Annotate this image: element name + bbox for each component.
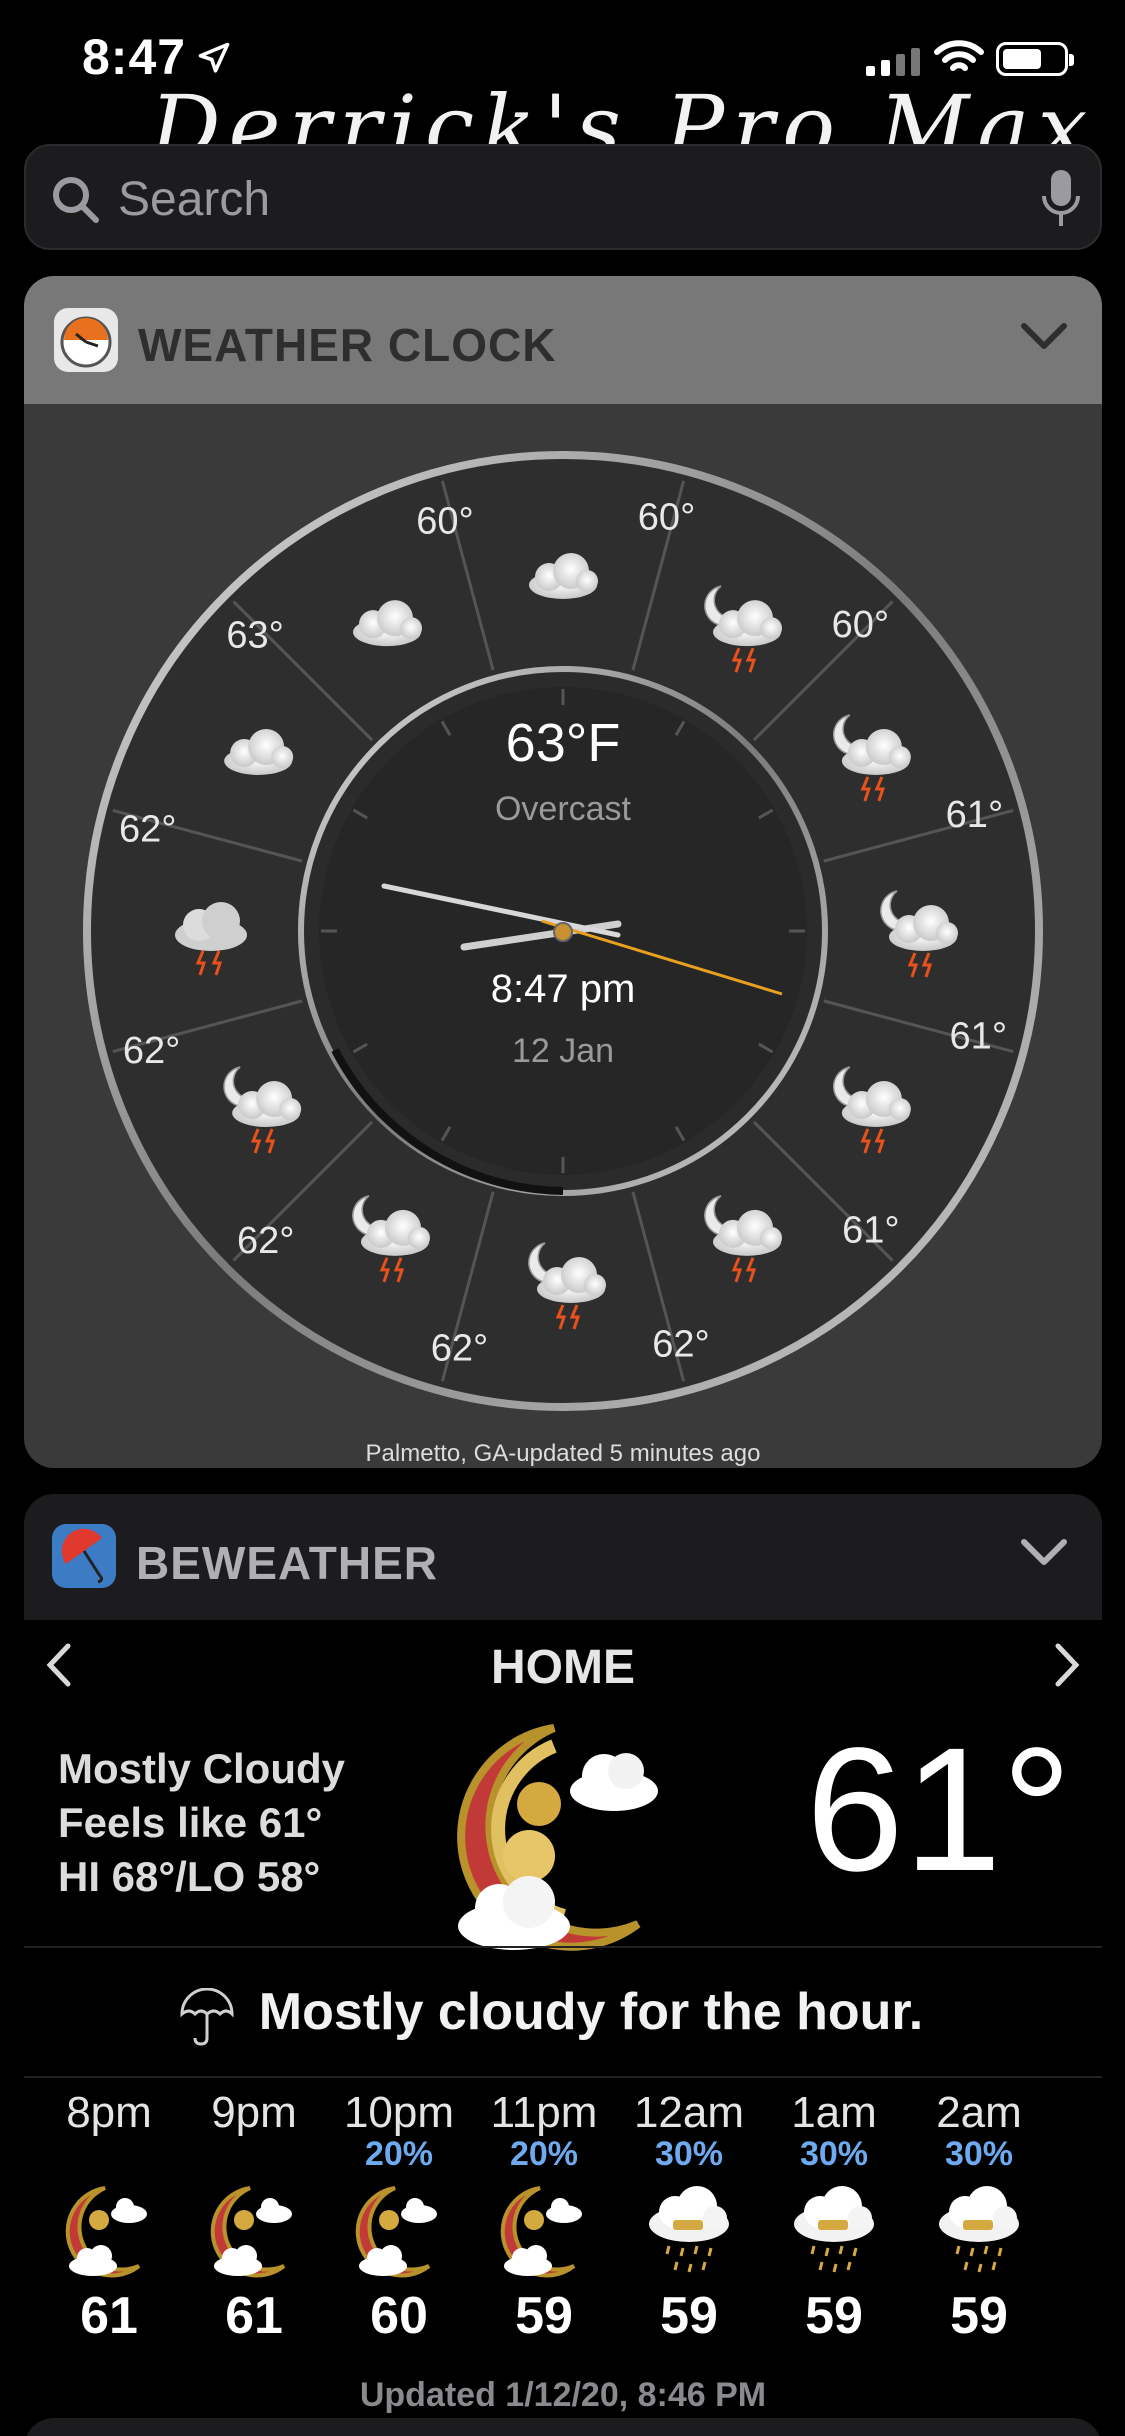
precip-chance: 20% — [509, 2135, 579, 2173]
beweather-widget-header[interactable]: BEWEATHER — [24, 1494, 1102, 1620]
clock-date: 12 Jan — [512, 1032, 614, 1070]
precip-chance: 20% — [364, 2135, 434, 2173]
hour-label: 8pm — [66, 2088, 152, 2137]
hour-temperature: 59 — [515, 2287, 573, 2345]
moon-cloud-icon — [65, 2186, 147, 2278]
chevron-right-icon[interactable] — [1052, 1642, 1082, 1688]
current-temperature: 61° — [805, 1712, 1072, 1908]
hour-temperature: 62° — [123, 1030, 180, 1072]
moon-cloud-icon — [457, 1724, 658, 1951]
hour-temperature: 60° — [638, 497, 695, 539]
beweather-app-icon — [52, 1524, 116, 1588]
wifi-icon — [934, 40, 984, 71]
hourly-item: 8pm 61 — [44, 2088, 174, 2346]
widget-title: BEWEATHER — [136, 1537, 439, 1589]
beweather-widget-body: HOME Mostly Cloudy Feels like 61° HI 68°… — [24, 1620, 1102, 2436]
hourly-item: 12am 30% 59 — [624, 2088, 754, 2346]
hourly-item: 11pm 20% 59 — [479, 2088, 609, 2346]
hour-temperature: 61 — [80, 2287, 138, 2345]
moon-cloud-icon — [355, 2186, 437, 2278]
location-title: HOME — [491, 1641, 635, 1694]
battery-icon — [996, 42, 1074, 76]
location-arrow-icon — [198, 42, 230, 73]
hour-temperature: 60° — [416, 501, 473, 543]
hour-temperature: 62° — [652, 1323, 709, 1365]
hour-temperature: 62° — [237, 1220, 294, 1262]
rain-cloud-icon — [649, 2186, 729, 2273]
today-view: { "status_bar": {"time": "8:47"}, "backg… — [0, 0, 1125, 2436]
feels-like: Feels like 61° — [58, 1799, 323, 1846]
divider — [24, 2076, 1102, 2078]
widget-title: WEATHER CLOCK — [138, 319, 557, 371]
weather-clock-app-icon — [54, 308, 118, 372]
moon-cloud-icon — [210, 2186, 292, 2278]
hour-temperature: 62° — [431, 1327, 488, 1369]
hour-label: 11pm — [490, 2088, 598, 2137]
hour-label: 1am — [791, 2088, 877, 2137]
cellular-signal-icon — [866, 44, 920, 76]
clock-temperature: 63°F — [506, 713, 621, 773]
hour-label: 12am — [633, 2088, 745, 2137]
hour-label: 9pm — [211, 2088, 297, 2137]
precip-chance: 30% — [654, 2135, 724, 2173]
chevron-down-icon[interactable] — [1020, 1538, 1068, 1568]
precip-chance — [44, 2138, 174, 2174]
next-widget-edge — [24, 2418, 1102, 2436]
hour-temperature: 61° — [950, 1016, 1007, 1058]
status-bar: 8:47 Derrick's Pro Max — [0, 0, 1125, 172]
hour-temperature: 59 — [660, 2287, 718, 2345]
hour-label: 10pm — [343, 2088, 455, 2137]
hourly-item: 2am 30% 59 — [914, 2088, 1044, 2346]
hour-label: 2am — [936, 2088, 1022, 2137]
weather-clock-face: 60° 61° 61° 61° 62° 62° 62° 62° 62° 63° 60° 60° 63°… — [83, 451, 1043, 1411]
hour-temperature: 60° — [832, 604, 889, 646]
widget-header[interactable]: WEATHER CLOCK — [24, 276, 1102, 404]
condition-summary: Mostly Cloudy — [58, 1745, 346, 1792]
rain-cloud-icon — [939, 2186, 1019, 2273]
hour-temperature: 61° — [946, 794, 1003, 836]
search-bar[interactable]: Search — [24, 144, 1102, 250]
clock-footer: Palmetto, GA-updated 5 minutes ago — [365, 1440, 761, 1467]
hour-temperature: 61 — [225, 2287, 283, 2345]
search-icon — [53, 177, 99, 223]
weather-clock-widget[interactable]: WEATHER CLOCK 60° 61° 61° 61° 62° 62° 62… — [24, 276, 1102, 1468]
hourly-forecast: 8pm 61 9pm 61 10pm 20% 60 11pm 20% 59 12am 30% 59 1am… — [24, 2088, 1102, 2368]
hour-temperature: 60 — [370, 2287, 428, 2345]
hour-temperature: 59 — [950, 2287, 1008, 2345]
precip-chance: 30% — [944, 2135, 1014, 2173]
conditions-text: Mostly Cloudy Feels like 61° HI 68°/LO 5… — [58, 1742, 345, 1904]
hour-temperature: 59 — [805, 2287, 863, 2345]
clock-time: 8:47 pm — [491, 967, 636, 1011]
chevron-down-icon[interactable] — [1020, 322, 1068, 352]
clock-condition: Overcast — [495, 790, 632, 828]
hour-temperature: 62° — [119, 808, 176, 850]
hour-temperature: 61° — [842, 1209, 899, 1251]
hour-summary: Mostly cloudy for the hour. — [258, 1983, 924, 2041]
divider — [24, 1946, 1102, 1948]
rain-cloud-icon — [794, 2186, 874, 2273]
precip-chance: 30% — [799, 2135, 869, 2173]
hour-temperature: 63° — [226, 615, 283, 657]
microphone-icon[interactable] — [1038, 166, 1084, 232]
search-input[interactable]: Search — [118, 172, 270, 227]
updated-text: Updated 1/12/20, 8:46 PM — [359, 2376, 767, 2414]
hourly-item: 10pm 20% 60 — [334, 2088, 464, 2346]
precip-chance — [189, 2138, 319, 2174]
moon-cloud-icon — [500, 2186, 582, 2278]
hi-lo: HI 68°/LO 58° — [58, 1853, 321, 1900]
hourly-item: 1am 30% 59 — [769, 2088, 899, 2346]
hourly-item: 9pm 61 — [189, 2088, 319, 2346]
